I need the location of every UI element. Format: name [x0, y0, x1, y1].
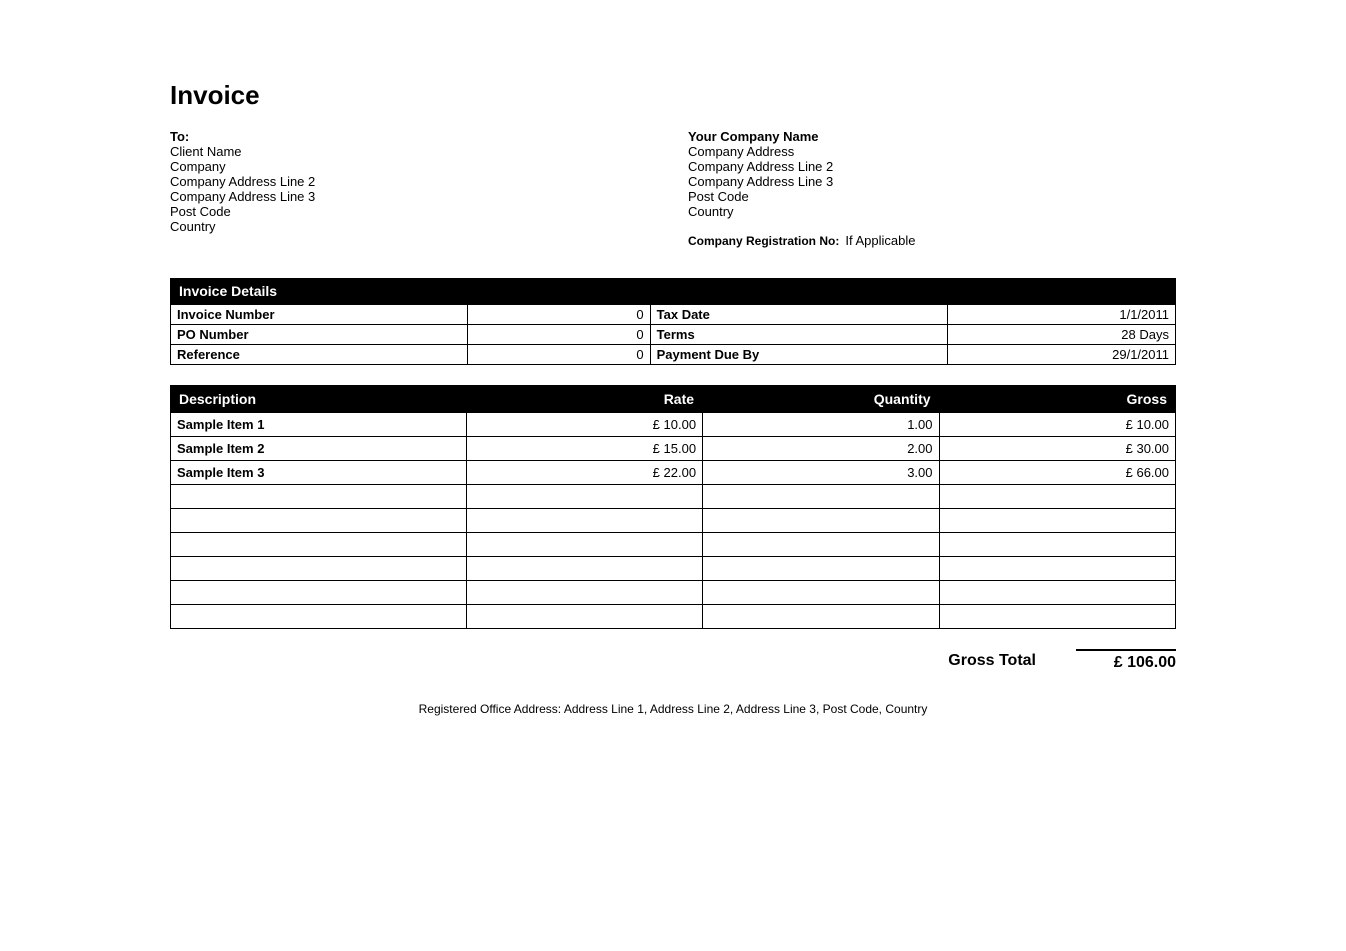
item-gross [939, 557, 1175, 581]
invoice-details-header: Invoice Details [170, 278, 1176, 304]
item-quantity [703, 509, 939, 533]
item-gross [939, 605, 1175, 629]
item-quantity: 3.00 [703, 461, 939, 485]
invoice-details-table: Invoice Number 0 Tax Date 1/1/2011 PO Nu… [170, 304, 1176, 365]
details-value: 0 [467, 345, 650, 365]
reg-label: Company Registration No: [688, 234, 839, 248]
item-gross: £ 10.00 [939, 413, 1175, 437]
item-row [171, 581, 1176, 605]
item-description [171, 557, 467, 581]
invoice-details-section: Invoice Details Invoice Number 0 Tax Dat… [170, 278, 1176, 365]
item-row: Sample Item 2 £ 15.00 2.00 £ 30.00 [171, 437, 1176, 461]
header-section: To: Client Name Company Company Address … [170, 129, 1176, 248]
company-reg: Company Registration No: If Applicable [688, 233, 1176, 248]
gross-total-section: Gross Total £ 106.00 [170, 649, 1176, 672]
item-description: Sample Item 3 [171, 461, 467, 485]
items-header-row: Description Rate Quantity Gross [171, 386, 1176, 413]
item-quantity [703, 533, 939, 557]
company-post-code: Post Code [688, 189, 1176, 204]
company-address-line3: Company Address Line 3 [688, 174, 1176, 189]
item-gross: £ 66.00 [939, 461, 1175, 485]
company-country: Country [688, 204, 1176, 219]
details-row: Invoice Number 0 Tax Date 1/1/2011 [171, 305, 1176, 325]
client-post-code: Post Code [170, 204, 658, 219]
item-gross: £ 30.00 [939, 437, 1175, 461]
item-gross [939, 581, 1175, 605]
to-label: To: [170, 129, 658, 144]
item-row [171, 557, 1176, 581]
details-right-value: 29/1/2011 [947, 345, 1175, 365]
item-rate: £ 22.00 [466, 461, 702, 485]
details-value: 0 [467, 305, 650, 325]
client-address-line2: Company Address Line 2 [170, 174, 658, 189]
item-quantity [703, 605, 939, 629]
item-row [171, 509, 1176, 533]
footer-registered-office: Registered Office Address: Address Line … [170, 702, 1176, 716]
item-rate [466, 485, 702, 509]
item-row [171, 533, 1176, 557]
item-description: Sample Item 1 [171, 413, 467, 437]
company-address-line2: Company Address Line 2 [688, 159, 1176, 174]
col-gross: Gross [939, 386, 1175, 413]
details-right-label: Payment Due By [650, 345, 947, 365]
details-label: Invoice Number [171, 305, 468, 325]
col-description: Description [171, 386, 467, 413]
bill-to: To: Client Name Company Company Address … [170, 129, 658, 248]
col-rate: Rate [466, 386, 702, 413]
item-row: Sample Item 3 £ 22.00 3.00 £ 66.00 [171, 461, 1176, 485]
details-row: Reference 0 Payment Due By 29/1/2011 [171, 345, 1176, 365]
client-company: Company [170, 159, 658, 174]
client-name: Client Name [170, 144, 658, 159]
invoice-page: Invoice To: Client Name Company Company … [0, 0, 1346, 776]
gross-total-value: £ 106.00 [1076, 649, 1176, 672]
item-quantity [703, 581, 939, 605]
company-name: Your Company Name [688, 129, 1176, 144]
item-rate [466, 605, 702, 629]
item-row: Sample Item 1 £ 10.00 1.00 £ 10.00 [171, 413, 1176, 437]
invoice-title: Invoice [170, 80, 1176, 111]
details-label: PO Number [171, 325, 468, 345]
item-gross [939, 509, 1175, 533]
item-quantity: 2.00 [703, 437, 939, 461]
item-row [171, 485, 1176, 509]
items-section: Description Rate Quantity Gross Sample I… [170, 385, 1176, 629]
item-rate: £ 15.00 [466, 437, 702, 461]
details-row: PO Number 0 Terms 28 Days [171, 325, 1176, 345]
item-description [171, 605, 467, 629]
item-rate [466, 557, 702, 581]
client-address-line3: Company Address Line 3 [170, 189, 658, 204]
item-gross [939, 485, 1175, 509]
item-description: Sample Item 2 [171, 437, 467, 461]
gross-total-label: Gross Total [948, 652, 1036, 670]
details-right-label: Tax Date [650, 305, 947, 325]
details-right-value: 1/1/2011 [947, 305, 1175, 325]
reg-value: If Applicable [845, 233, 915, 248]
item-rate: £ 10.00 [466, 413, 702, 437]
item-row [171, 605, 1176, 629]
details-value: 0 [467, 325, 650, 345]
item-description [171, 509, 467, 533]
item-quantity [703, 557, 939, 581]
items-table: Description Rate Quantity Gross Sample I… [170, 385, 1176, 629]
company-info: Your Company Name Company Address Compan… [658, 129, 1176, 248]
details-label: Reference [171, 345, 468, 365]
item-description [171, 485, 467, 509]
company-address: Company Address [688, 144, 1176, 159]
item-description [171, 581, 467, 605]
details-right-value: 28 Days [947, 325, 1175, 345]
item-rate [466, 581, 702, 605]
item-quantity: 1.00 [703, 413, 939, 437]
item-rate [466, 509, 702, 533]
item-rate [466, 533, 702, 557]
col-quantity: Quantity [703, 386, 939, 413]
item-description [171, 533, 467, 557]
item-quantity [703, 485, 939, 509]
client-country: Country [170, 219, 658, 234]
details-right-label: Terms [650, 325, 947, 345]
item-gross [939, 533, 1175, 557]
